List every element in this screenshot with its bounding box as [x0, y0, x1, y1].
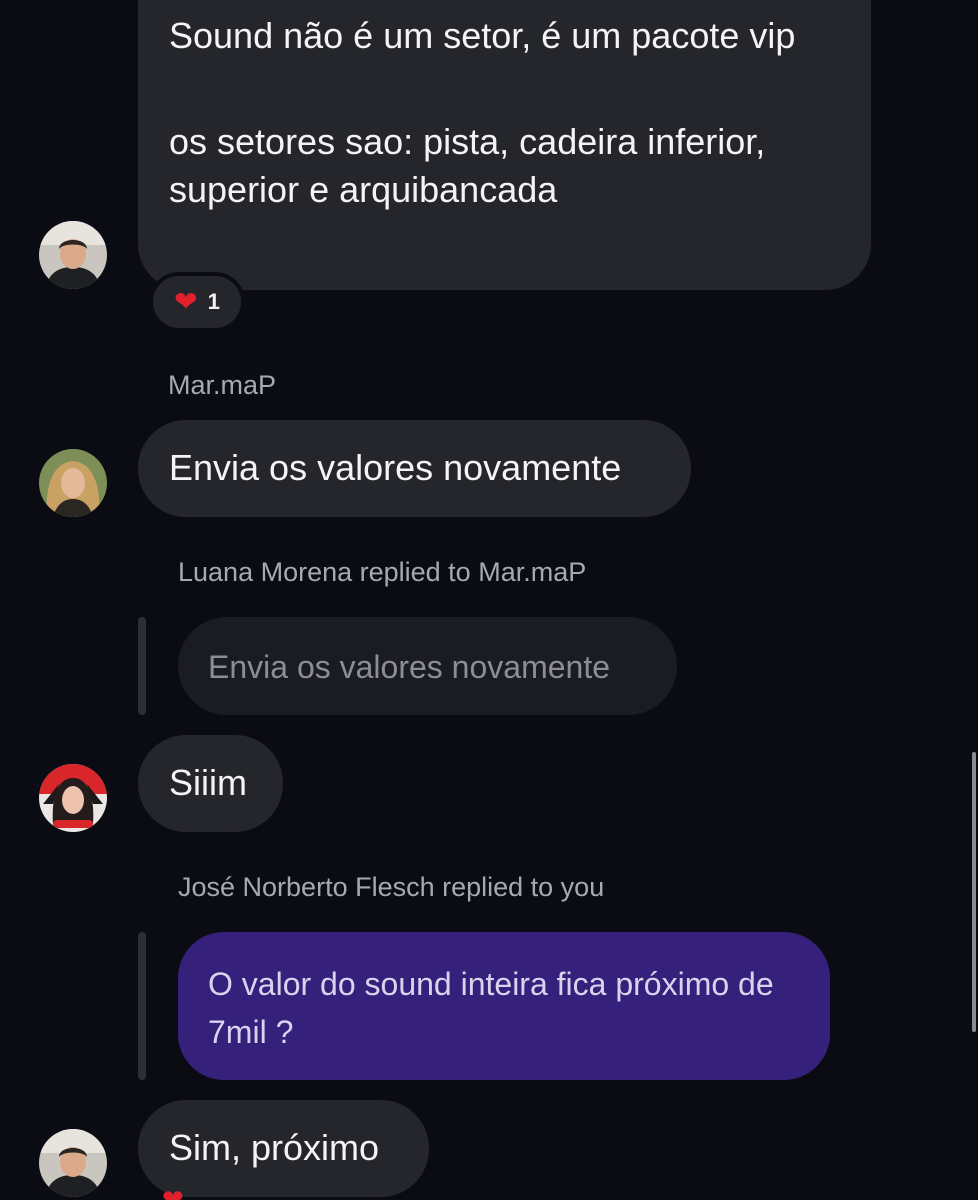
chat-thread: Sound não é um setor, é um pacote vip os… — [0, 0, 978, 1200]
red-heart-icon: ❤ — [174, 286, 198, 317]
message-text: Sim, próximo — [169, 1127, 380, 1168]
message-text: Sound não é um setor, é um pacote vip — [169, 15, 796, 56]
quoted-own-message[interactable]: O valor do sound inteira fica próximo de… — [178, 932, 830, 1080]
message-text: Siiim — [169, 762, 247, 803]
reply-caption: Luana Morena replied to Mar.maP — [178, 557, 587, 587]
reaction-count: 1 — [207, 289, 220, 314]
scrollbar-thumb[interactable] — [972, 752, 976, 1032]
message-text: Envia os valores novamente — [169, 447, 622, 488]
reaction-badge[interactable]: ❤ 1 — [149, 272, 245, 332]
reply-indicator-bar — [138, 617, 146, 715]
sender-avatar-man[interactable] — [39, 221, 107, 289]
sender-avatar-woman-blonde[interactable] — [39, 449, 107, 517]
message-bubble[interactable]: Sim, próximo — [138, 1100, 429, 1197]
reply-caption: José Norberto Flesch replied to you — [178, 872, 605, 902]
message-bubble[interactable]: Siiim — [138, 735, 283, 832]
message-bubble[interactable]: Sound não é um setor, é um pacote vip os… — [138, 0, 871, 290]
quoted-message[interactable]: Envia os valores novamente — [178, 617, 677, 715]
message-bubble[interactable]: Envia os valores novamente — [138, 420, 691, 517]
sender-avatar-man[interactable] — [39, 1129, 107, 1197]
sender-name: Mar.maP — [168, 370, 277, 400]
red-heart-icon[interactable]: ❤ — [162, 1186, 184, 1200]
reply-indicator-bar — [138, 932, 146, 1080]
sender-avatar-woman-dark[interactable] — [39, 764, 107, 832]
message-text: os setores sao: pista, cadeira inferior,… — [169, 121, 766, 210]
